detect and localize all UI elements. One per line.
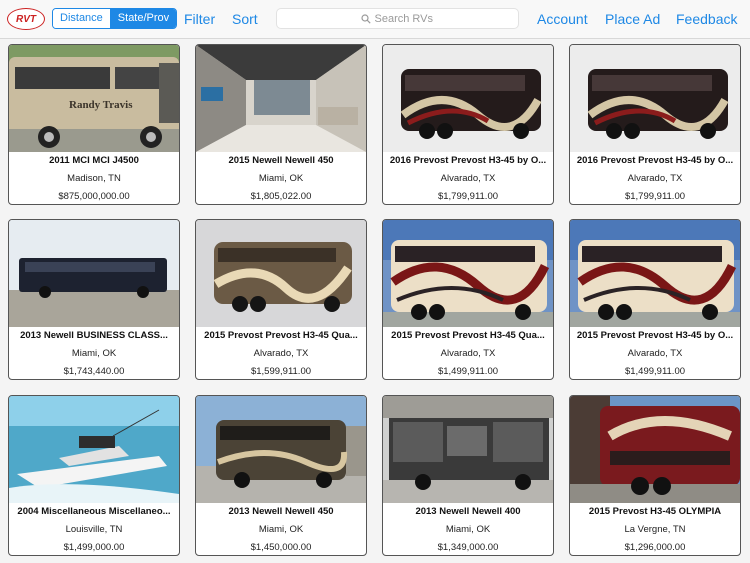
listing-location: Miami, OK [71,348,117,359]
search-input[interactable] [374,12,435,25]
listing-photo[interactable] [383,45,553,152]
listing-price: $1,805,022.00 [250,191,312,202]
listing-location: Miami, OK [258,524,304,535]
listing-title: 2015 Prevost Prevost H3-45 by O... [576,330,734,341]
listing-title: 2004 Miscellaneous Miscellaneo... [17,506,171,517]
listing-photo[interactable] [570,45,740,152]
listing-price: $1,799,911.00 [437,191,499,202]
search-field[interactable] [276,8,519,29]
listing-photo[interactable] [383,396,553,503]
listing-location: Madison, TN [67,173,121,184]
listing-location: Louisville, TN [65,524,123,535]
listing-location: Alvarado, TX [627,348,683,359]
listing-location: Alvarado, TX [440,173,496,184]
place-ad-button[interactable]: Place Ad [605,11,660,27]
listing-photo[interactable]: Randy Travis [9,45,179,152]
listing-title: 2015 Prevost Prevost H3-45 Qua... [391,330,545,341]
listing-title: 2013 Newell Newell 400 [415,506,521,517]
listing-price: $1,450,000.00 [250,542,312,553]
listing-photo[interactable] [9,220,179,327]
rvt-logo[interactable]: RVT [7,8,45,30]
segment-state-prov[interactable]: State/Prov [109,9,177,28]
listing-card[interactable]: 2015 Prevost Prevost H3-45 Qua... Alvarad… [382,219,554,380]
listing-card[interactable]: 2015 Prevost Prevost H3-45 Qua... Alvarad… [195,219,367,380]
listing-location: La Vergne, TN [624,524,686,535]
filter-button[interactable]: Filter [184,11,215,27]
listing-card[interactable]: Randy Travis 2011 MCI MCI J4500 Madison, T… [8,44,180,205]
listing-title: 2011 MCI MCI J4500 [49,155,139,166]
listing-photo[interactable] [9,396,179,503]
segment-distance[interactable]: Distance [53,9,110,28]
listing-card[interactable]: 2013 Newell Newell 450 Miami, OK $1,450,00… [195,395,367,556]
listing-photo[interactable] [196,220,366,327]
listing-title: 2015 Prevost Prevost H3-45 Qua... [204,330,358,341]
listing-card[interactable]: 2015 Prevost H3-45 OLYMPIA La Vergne, TN $… [569,395,741,556]
listing-photo[interactable] [570,396,740,503]
listing-card[interactable]: 2016 Prevost Prevost H3-45 by O... Alvara… [382,44,554,205]
feedback-button[interactable]: Feedback [676,11,737,27]
listing-location: Miami, OK [258,173,304,184]
listing-location: Alvarado, TX [627,173,683,184]
listing-price: $1,599,911.00 [250,366,312,377]
listing-title: 2013 Newell Newell 450 [228,506,334,517]
listing-photo[interactable] [570,220,740,327]
listing-price: $1,499,911.00 [437,366,499,377]
listing-photo[interactable] [196,45,366,152]
listing-card[interactable]: 2013 Newell Newell 400 Miami, OK $1,349,00… [382,395,554,556]
search-icon [360,13,371,24]
coach-lettering: Randy Travis [69,99,133,111]
listing-price: $1,349,000.00 [437,542,499,553]
listing-price: $1,499,000.00 [63,542,125,553]
listing-card[interactable]: 2004 Miscellaneous Miscellaneo... Louisvi… [8,395,180,556]
listing-price: $1,799,911.00 [624,191,686,202]
listing-photo[interactable] [196,396,366,503]
listing-card[interactable]: 2016 Prevost Prevost H3-45 by O... Alvara… [569,44,741,205]
listing-title: 2016 Prevost Prevost H3-45 by O... [576,155,734,166]
listing-title: 2016 Prevost Prevost H3-45 by O... [389,155,547,166]
logo-text: RVT [16,13,36,25]
listing-card[interactable]: 2013 Newell BUSINESS CLASS... Miami, OK $1… [8,219,180,380]
listing-location: Alvarado, TX [440,348,496,359]
sort-mode-segmented-control: Distance State/Prov [52,8,178,29]
top-toolbar: RVT Distance State/Prov Filter Sort Acco… [0,0,750,39]
listing-price: $1,743,440.00 [63,366,125,377]
listing-price: $1,296,000.00 [624,542,686,553]
listing-title: 2015 Prevost H3-45 OLYMPIA [588,506,722,517]
account-button[interactable]: Account [537,11,588,27]
listing-card[interactable]: 2015 Newell Newell 450 Miami, OK $1,805,02… [195,44,367,205]
listing-title: 2013 Newell BUSINESS CLASS... [20,330,168,341]
listing-price: $1,499,911.00 [624,366,686,377]
sort-button[interactable]: Sort [232,11,258,27]
listing-photo[interactable] [383,220,553,327]
listing-card[interactable]: 2015 Prevost Prevost H3-45 by O... Alvara… [569,219,741,380]
listing-price: $875,000,000.00 [58,191,130,202]
listing-location: Alvarado, TX [253,348,309,359]
listing-location: Miami, OK [445,524,491,535]
listing-title: 2015 Newell Newell 450 [228,155,334,166]
